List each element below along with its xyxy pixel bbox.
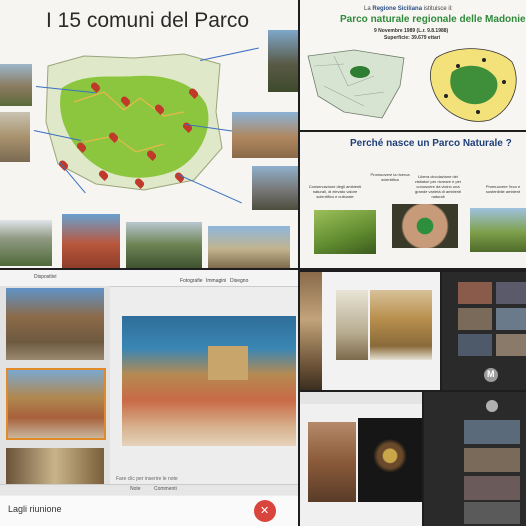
avatar-initial: M [487, 369, 495, 379]
slide-header: La Regione Siciliana istituisce il: [364, 6, 453, 12]
status-bar [0, 484, 298, 495]
slide-title: Parco naturale regionale delle Madonie [340, 14, 526, 25]
menu-item[interactable]: Dispositivi [34, 274, 57, 280]
participant-tile[interactable] [496, 308, 526, 330]
participant-tile[interactable] [458, 308, 492, 330]
slide-thumbnail[interactable] [6, 288, 104, 360]
participant-tile[interactable] [496, 334, 526, 356]
status-item[interactable]: Note [130, 486, 141, 492]
date-line: 9 Novembre 1989 (L.r. 9.8.1988) [374, 28, 449, 34]
main-slide [122, 316, 296, 446]
town-photo [252, 166, 298, 210]
town-photo [62, 214, 120, 268]
reason-caption: Conservazione degli ambienti naturali, d… [308, 184, 362, 199]
surface-line: Superficie: 39.679 ettari [384, 35, 441, 41]
participant-tile[interactable] [458, 334, 492, 356]
slide-parco-madonie: La Regione Siciliana istituisce il: Parc… [300, 0, 526, 130]
church-photo [308, 422, 356, 502]
notes-placeholder[interactable]: Fare clic per inserire le note [116, 476, 178, 482]
slide-baroque [300, 272, 440, 390]
slide-perche-parco: Perché nasce un Parco Naturale ? Conserv… [300, 132, 526, 268]
town-photo [232, 112, 298, 158]
slide-pupi [300, 392, 422, 526]
menu-item[interactable]: Immagini [206, 278, 226, 284]
altar-photo [370, 290, 432, 360]
castle-photo [208, 346, 248, 380]
field-photo [314, 210, 376, 254]
park-zones-map [426, 42, 522, 126]
participant-tile[interactable] [464, 420, 520, 444]
participant-tile[interactable] [464, 448, 520, 472]
thumb-strip [300, 272, 322, 390]
video-call-grid: M [442, 272, 526, 390]
sicily-map [304, 46, 410, 124]
reason-caption: Promuovere l'eco e sostenibile ambient [485, 184, 521, 194]
town-photo [268, 30, 298, 92]
participant-tile[interactable] [464, 502, 520, 524]
town-photo [0, 64, 32, 106]
participant-tile[interactable] [496, 282, 526, 304]
slide-title: I 15 comuni del Parco [46, 9, 250, 32]
status-item[interactable]: Commenti [154, 486, 177, 492]
mic-off-icon: ✕ [260, 505, 270, 517]
menu-item[interactable]: Disegno [230, 278, 248, 284]
participant-tile[interactable] [458, 282, 492, 304]
slide-comuni-del-parco: I 15 comuni del Parco [0, 0, 298, 268]
slide-thumbnail[interactable] [6, 368, 106, 440]
town-photo [126, 222, 202, 268]
landscape-photo [470, 208, 526, 252]
hands-photo [392, 204, 458, 248]
avatar [486, 400, 498, 412]
reason-caption: Promuovere la ricerca scientifica [370, 172, 410, 182]
town-photo [0, 112, 30, 162]
menu-item[interactable]: Fotografie [180, 278, 203, 284]
puppet-photo [358, 418, 422, 502]
video-call-column [424, 392, 526, 526]
town-photo [208, 226, 290, 268]
park-map [44, 52, 224, 192]
town-photo [0, 220, 52, 266]
editor-toolbar [300, 392, 422, 404]
meeting-label: Lagli riunione [8, 504, 62, 514]
presentation-editor: Dispositivi Fotografie Immagini Disegno … [0, 270, 298, 526]
participant-tile[interactable] [464, 476, 520, 500]
slide-thumbnail[interactable] [6, 448, 104, 484]
slide-title: Perché nasce un Parco Naturale ? [350, 138, 512, 149]
statue-photo [336, 290, 368, 360]
reason-caption: Libera circolazione dei visitatori per r… [414, 174, 462, 199]
